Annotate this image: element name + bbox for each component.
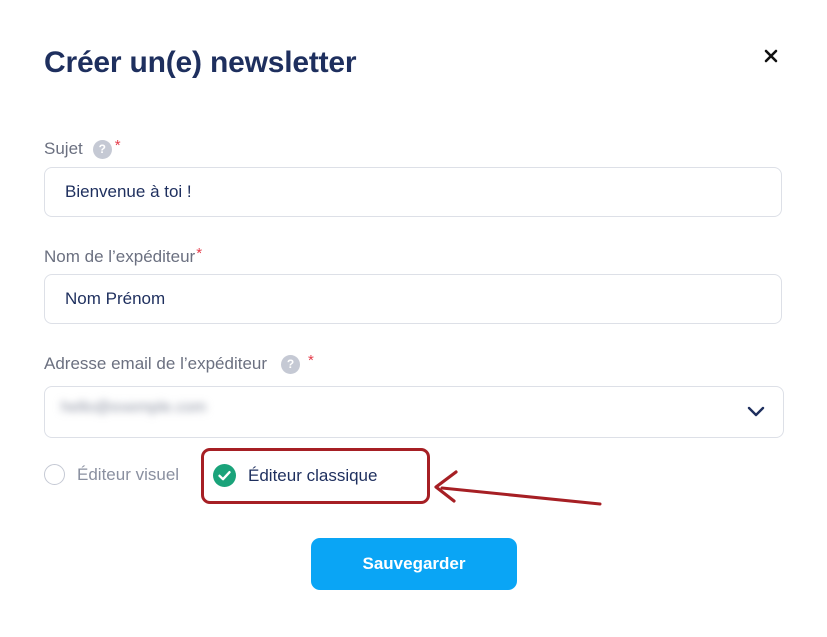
- help-icon[interactable]: ?: [281, 354, 301, 374]
- sender-name-label: Nom de l’expéditeur: [44, 247, 196, 266]
- highlight-box: [201, 448, 430, 504]
- sender-email-value: hello@exemple.com: [61, 399, 207, 416]
- sender-email-label: Adresse email de l’expéditeur: [44, 354, 268, 373]
- subject-label: Sujet: [44, 139, 83, 158]
- required-mark: *: [308, 351, 314, 369]
- required-mark: *: [114, 136, 121, 154]
- editor-option-visual[interactable]: Éditeur visuel: [44, 464, 179, 485]
- subject-input[interactable]: [44, 167, 782, 217]
- sender-name-input[interactable]: [44, 274, 782, 324]
- radio-unchecked-icon: [44, 464, 65, 485]
- dialog-title: Créer un(e) newsletter: [44, 46, 357, 79]
- sender-email-select[interactable]: hello@exemple.com: [44, 386, 784, 438]
- sender-name-label-row: Nom de l’expéditeur *: [44, 244, 203, 267]
- save-button[interactable]: Sauvegarder: [311, 538, 517, 590]
- required-mark: *: [196, 244, 203, 262]
- subject-label-row: Sujet ? *: [44, 136, 121, 159]
- help-icon[interactable]: ?: [92, 139, 112, 159]
- editor-option-label: Éditeur visuel: [77, 464, 180, 484]
- close-icon[interactable]: [762, 47, 782, 67]
- sender-email-label-row: Adresse email de l’expéditeur ? *: [44, 351, 314, 374]
- annotation-arrow: [430, 466, 605, 516]
- chevron-down-icon: [747, 405, 765, 423]
